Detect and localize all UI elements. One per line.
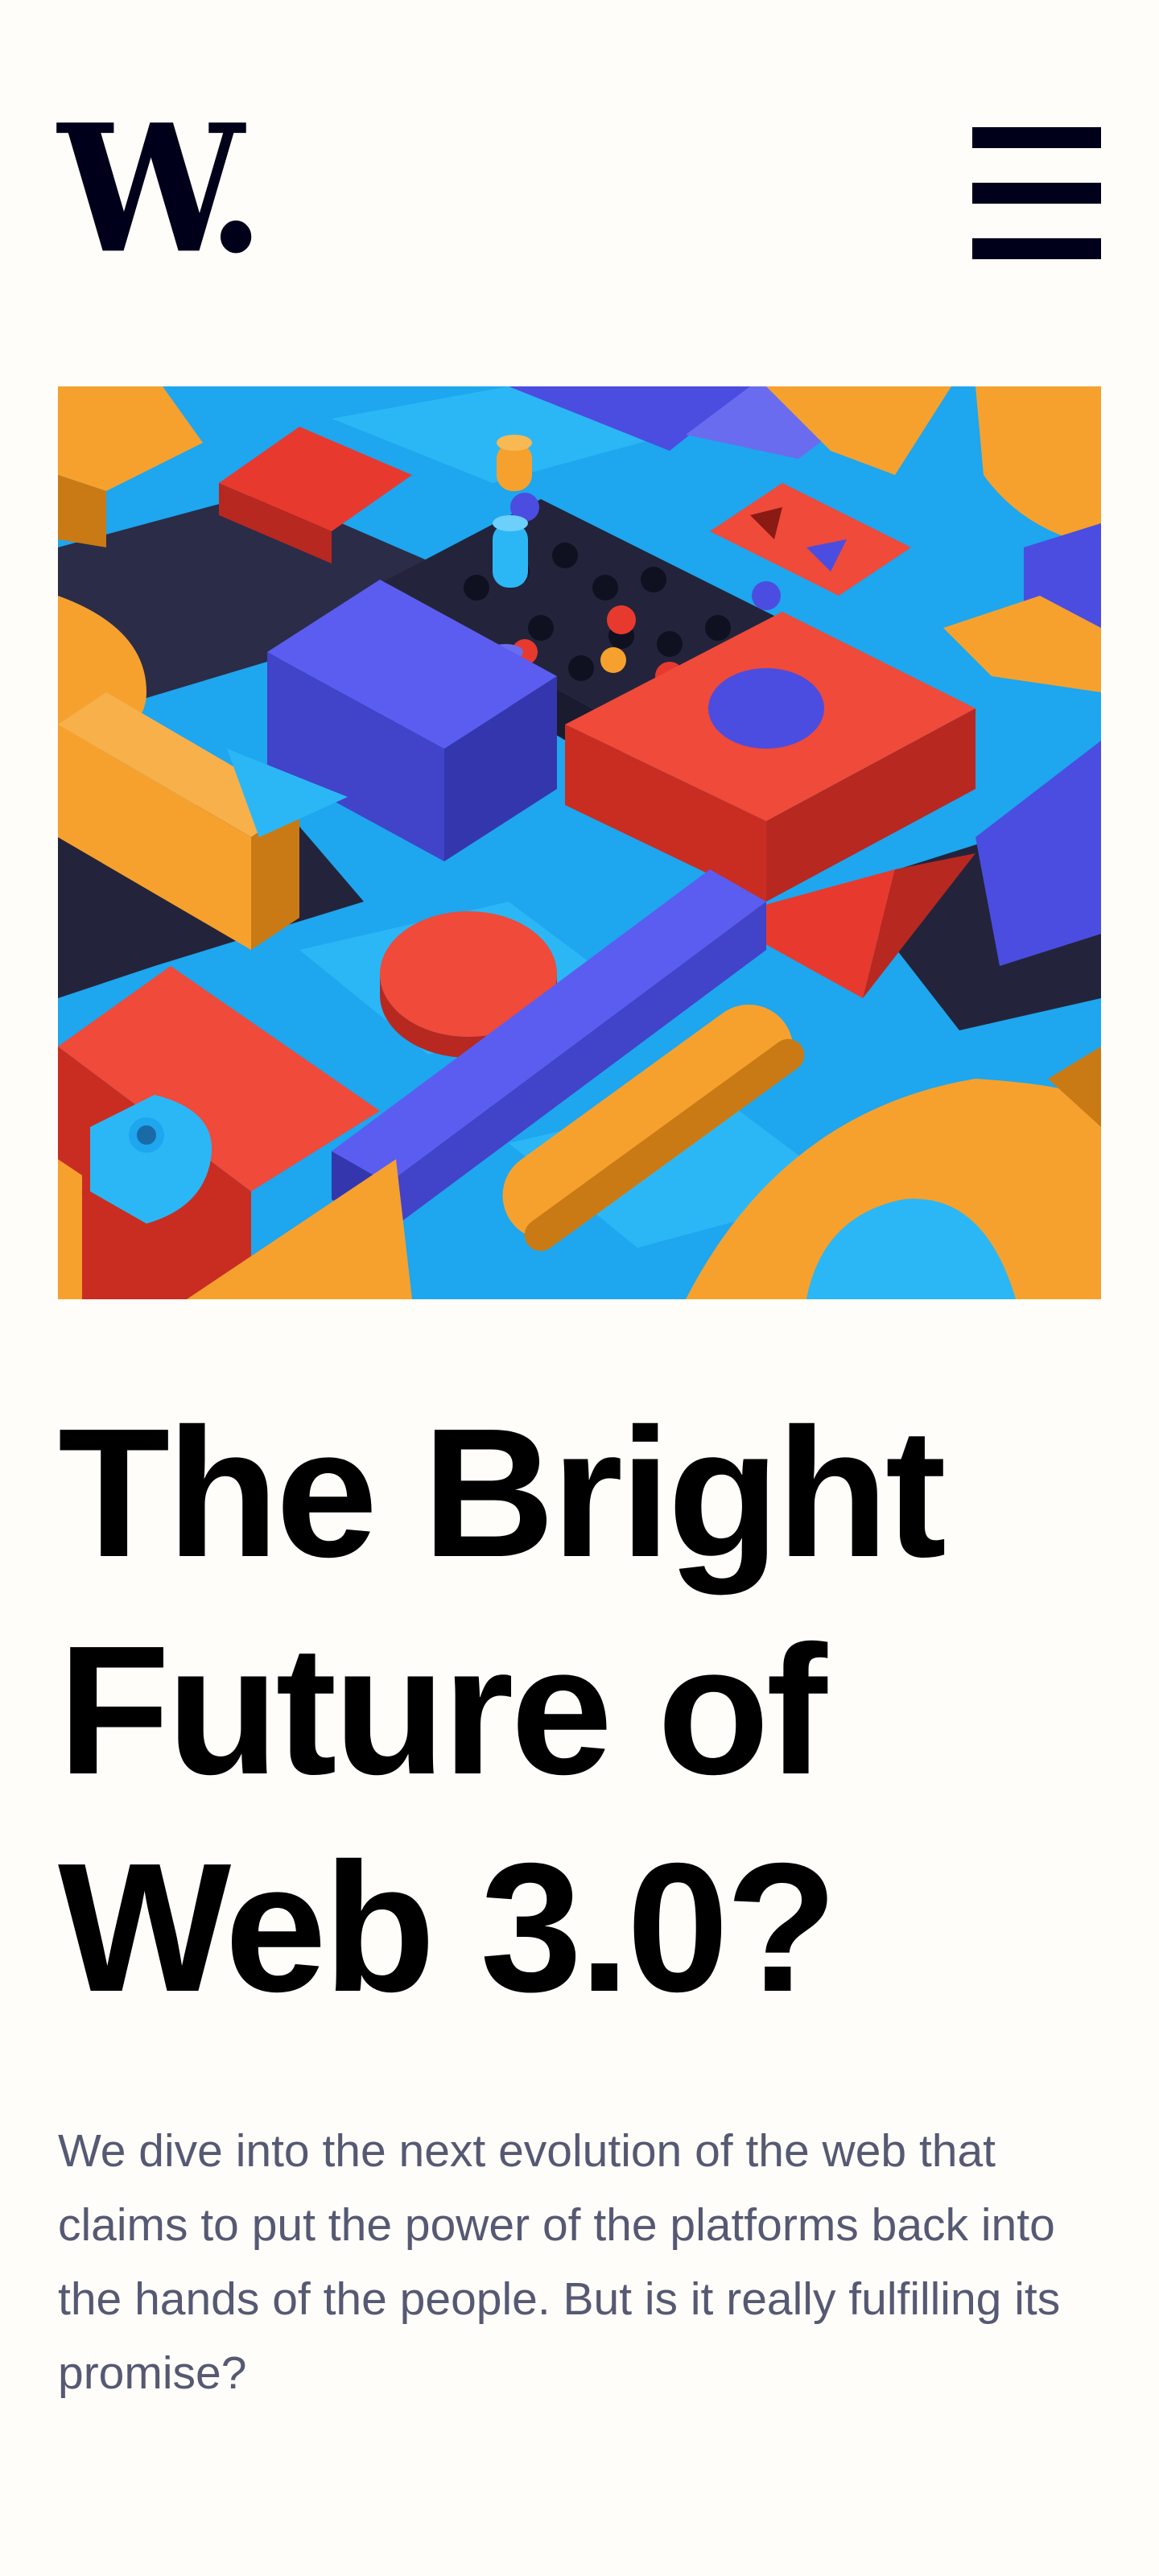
article-title-line: The Bright <box>58 1391 947 1596</box>
hamburger-menu-icon-bar <box>972 238 1101 259</box>
article-lead: We dive into the next evolution of the w… <box>58 2125 1061 2399</box>
site-header: W. <box>58 101 1101 277</box>
hamburger-menu-icon-bar <box>972 183 1101 204</box>
hero-image <box>58 386 1101 1299</box>
toy-blocks-illustration <box>58 386 1101 1299</box>
hamburger-menu-icon <box>972 127 1101 148</box>
article-title: The Bright Future of Web 3.0? <box>58 1385 1101 2037</box>
menu-button[interactable] <box>972 127 1101 259</box>
logo-wordmark: W. <box>58 85 265 293</box>
article-title-line: Web 3.0? <box>58 1826 838 2030</box>
article-title-line: Future of <box>58 1608 827 1813</box>
site-logo[interactable]: W. <box>58 101 265 277</box>
